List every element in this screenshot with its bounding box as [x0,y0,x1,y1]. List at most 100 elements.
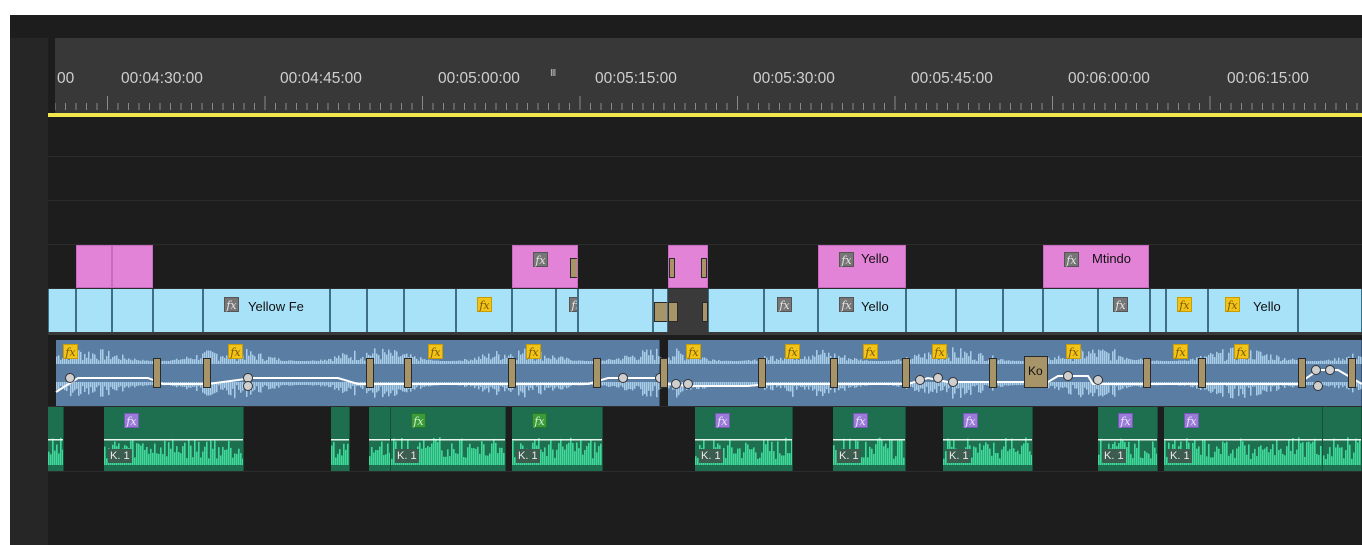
waveform-bar [450,360,452,364]
transition-marker[interactable] [1298,358,1306,388]
ruler-grip-icon[interactable]: III [550,68,556,79]
video-clip[interactable] [1003,289,1043,332]
video-clip[interactable]: fxA Sim [556,289,578,332]
audio-clip[interactable] [369,407,391,471]
video-clip[interactable] [153,289,203,332]
video-clip[interactable] [404,289,456,332]
video-clip[interactable] [367,289,404,332]
transition-marker[interactable] [593,358,601,388]
video-clip[interactable]: fx Yello [1208,289,1298,332]
video-clip[interactable] [668,245,708,288]
transition-marker[interactable] [1143,358,1151,388]
waveform-bar [751,449,753,465]
transition-marker[interactable] [404,358,412,388]
waveform-bar [638,359,640,364]
waveform-bar [1344,382,1346,386]
audio-clip[interactable]: fx K. 1 [104,407,244,471]
waveform-bar [463,456,465,465]
video-clip[interactable] [76,289,112,332]
waveform-bar [264,382,266,386]
video-clip[interactable]: fx [456,289,512,332]
audio-clip[interactable]: fx K. 1 [833,407,906,471]
video-clip[interactable]: fx [512,245,578,288]
transition-marker[interactable] [758,358,766,388]
video-clip[interactable] [512,289,556,332]
waveform-bar [110,382,112,387]
transition-marker[interactable] [654,302,667,322]
video-clip[interactable]: fx Mtindo [1043,245,1149,288]
waveform-bar [138,382,140,386]
audio-clip[interactable] [331,407,350,471]
video-clip[interactable]: fx [1166,289,1208,332]
audio-clip[interactable]: fx K. 1 [391,407,506,471]
transition-marker[interactable] [1348,358,1356,388]
time-ruler[interactable]: 00 00:04:30:00 00:04:45:00 00:05:00:00 I… [55,38,1362,116]
video-clip[interactable] [76,245,112,288]
clip-channel-badge: K. 1 [395,449,419,463]
video-clip[interactable] [330,289,367,332]
waveform-bar [844,355,846,364]
video-clip[interactable] [1298,289,1362,332]
video-clip[interactable] [956,289,1003,332]
waveform-bar [644,352,646,364]
waveform-bar [968,382,970,390]
waveform-bar [586,446,588,465]
video-clip[interactable] [708,289,764,332]
transition-marker[interactable] [1198,358,1206,388]
audio-clip[interactable]: fx K. 1 [1164,407,1323,471]
transition-marker[interactable] [902,358,910,388]
video-clip[interactable]: fx Yello [818,245,906,288]
waveform-bar [568,442,570,465]
transition-marker[interactable] [701,258,707,278]
waveform-bar [860,359,862,364]
waveform-bar [548,444,550,465]
transition-marker[interactable] [668,302,678,322]
transition-marker[interactable] [660,358,668,388]
waveform-bar [503,452,505,465]
transition-marker[interactable] [153,358,161,388]
waveform-bar [260,382,262,393]
waveform-bar [626,355,628,364]
waveform-bar [342,353,344,364]
audio-clip[interactable] [1323,407,1362,471]
video-clip[interactable]: fx [764,289,818,332]
transition-marker[interactable] [570,258,577,278]
video-clip[interactable] [1043,289,1098,332]
transition-marker[interactable] [508,358,516,388]
waveform-bar [526,359,528,364]
waveform-bar [228,441,230,465]
video-clip[interactable] [48,289,76,332]
video-clip[interactable] [1150,289,1166,332]
transition-marker[interactable] [203,358,211,388]
video-clip[interactable] [112,245,153,288]
audio-clip[interactable] [48,407,64,471]
transition-marker[interactable] [669,258,675,278]
video-track-v2: fxYellow FefxfxA SimfxfxYellofxfxfxYello [48,289,1362,332]
audio-clip[interactable]: fx K. 1 [1098,407,1158,471]
audio-clip[interactable]: fx K. 1 [695,407,793,471]
transition-marker[interactable] [366,358,374,388]
waveform-bar [870,360,872,364]
audio-clip[interactable]: fx K. 1 [512,407,603,471]
waveform-bar [486,382,488,389]
waveform-bar [1058,382,1060,391]
transition-marker[interactable] [830,358,838,388]
transition-marker[interactable]: Ko [1024,356,1048,388]
waveform-bar [238,448,240,465]
waveform-bar [1146,452,1148,465]
waveform-bar [234,382,236,399]
video-clip[interactable] [112,289,153,332]
video-clip[interactable]: fx Yellow Fe [203,289,330,332]
waveform-bar [1012,360,1014,364]
audio-clip[interactable]: fx K. 1 [943,407,1033,471]
video-clip[interactable] [578,289,653,332]
video-clip[interactable] [653,289,668,332]
transition-marker[interactable] [702,302,708,322]
waveform-bar [550,439,552,465]
video-clip[interactable]: fx Yello [818,289,906,332]
transition-marker[interactable] [989,358,997,388]
video-clip[interactable] [906,289,956,332]
waveform-bar [1019,454,1021,465]
video-clip[interactable]: fx [1098,289,1150,332]
waveform-bar [421,448,423,465]
